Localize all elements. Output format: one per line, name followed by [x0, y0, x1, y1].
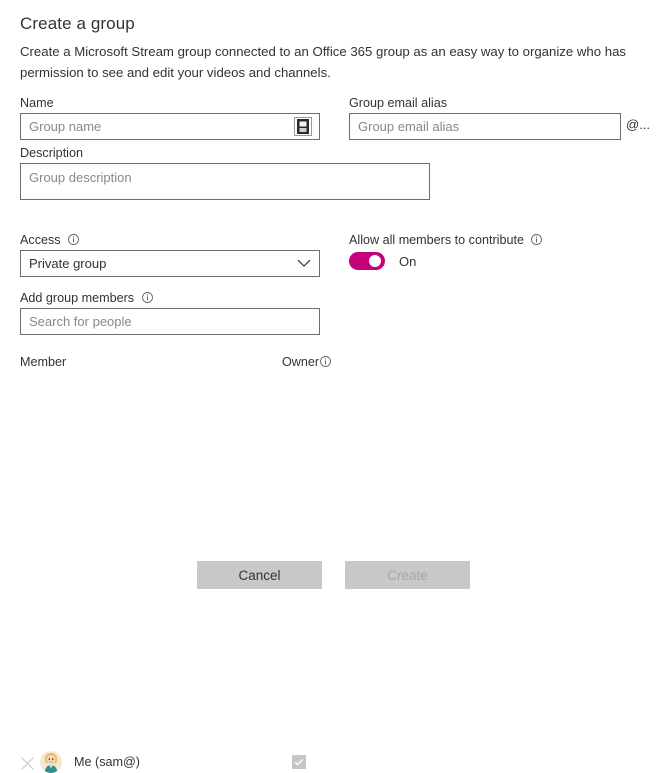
access-label-text: Access: [20, 233, 61, 247]
toggle-knob: [369, 255, 381, 267]
search-people-input[interactable]: [20, 308, 320, 335]
create-button[interactable]: Create: [345, 561, 470, 589]
email-alias-input[interactable]: [349, 113, 621, 140]
chevron-down-icon: [297, 259, 311, 268]
name-label: Name: [20, 96, 54, 110]
ime-input-icon: [294, 117, 312, 136]
member-column-header: Member: [20, 355, 67, 369]
cancel-button[interactable]: Cancel: [197, 561, 322, 589]
page-description: Create a Microsoft Stream group connecte…: [20, 44, 626, 80]
email-alias-label-text: Group email alias: [349, 96, 447, 110]
avatar: [40, 751, 62, 773]
access-label: Access: [20, 233, 80, 247]
contribute-toggle-state: On: [399, 253, 417, 269]
description-label-text: Description: [20, 146, 83, 160]
description-label: Description: [20, 146, 83, 160]
access-selected-value: Private group: [29, 256, 107, 271]
owner-column-header: Owner: [282, 355, 332, 369]
add-members-label: Add group members: [20, 291, 153, 305]
table-row: Me (sam@): [0, 375, 664, 773]
email-domain-suffix: @...: [626, 117, 651, 132]
member-name: Me (sam@): [74, 755, 140, 769]
name-input[interactable]: [20, 113, 320, 140]
info-icon[interactable]: [320, 356, 332, 367]
contribute-label-text: Allow all members to contribute: [349, 233, 524, 247]
close-icon[interactable]: [20, 756, 35, 771]
description-input[interactable]: [20, 163, 430, 200]
contribute-toggle-row[interactable]: On: [349, 252, 416, 270]
create-group-dialog: Create a group Create a Microsoft Stream…: [0, 0, 664, 773]
owner-column-header-text: Owner: [282, 355, 320, 369]
contribute-toggle[interactable]: [349, 252, 385, 270]
info-icon[interactable]: [141, 292, 153, 303]
name-label-text: Name: [20, 96, 54, 110]
info-icon[interactable]: [531, 234, 543, 245]
page-title: Create a group: [20, 14, 135, 33]
add-members-label-text: Add group members: [20, 291, 135, 305]
contribute-label: Allow all members to contribute: [349, 233, 543, 247]
owner-checkbox: [292, 755, 306, 769]
email-alias-label: Group email alias: [349, 96, 447, 110]
access-select[interactable]: Private group: [20, 250, 320, 277]
info-icon[interactable]: [68, 234, 80, 245]
